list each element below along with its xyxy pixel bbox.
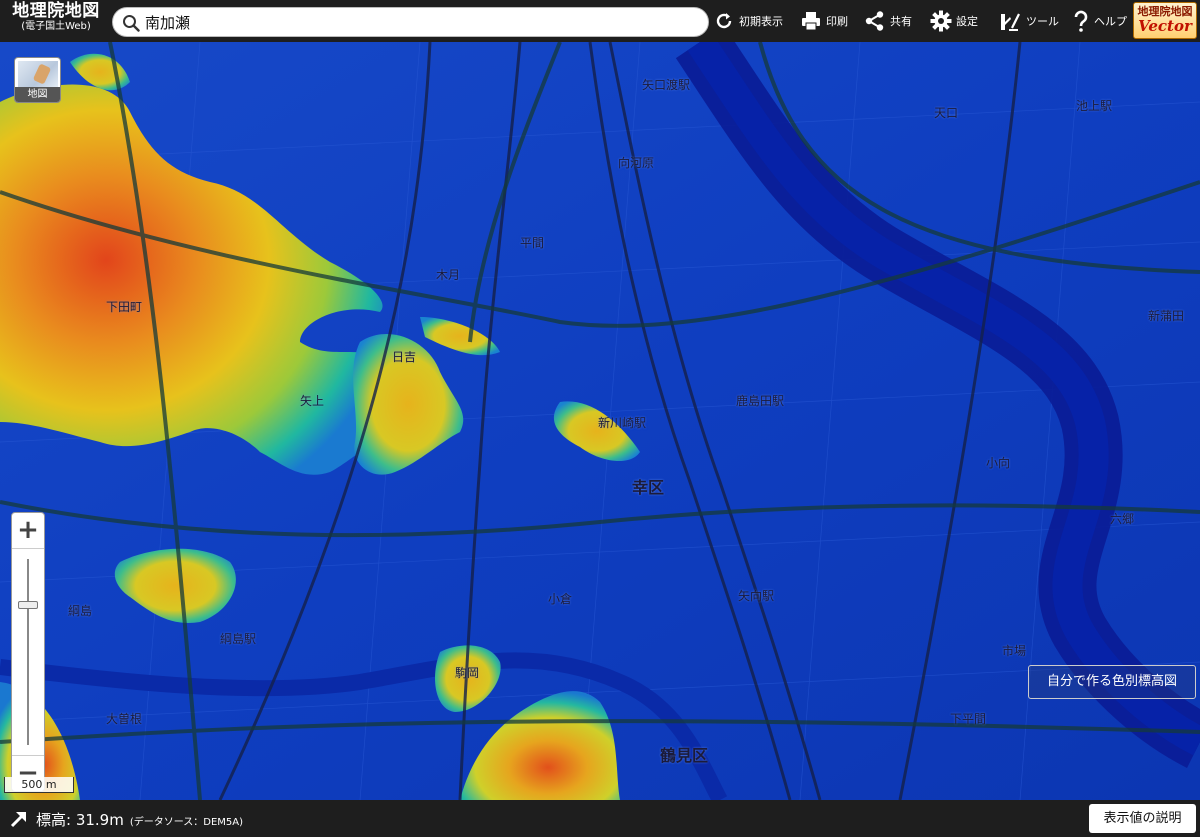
vector-map-link[interactable]: 地理院地図 Vector xyxy=(1133,2,1197,39)
place-label: 下平間 xyxy=(950,712,987,726)
gear-icon xyxy=(930,10,952,32)
place-label: 池上駅 xyxy=(1076,99,1113,113)
place-label: 日吉 xyxy=(392,350,417,364)
expand-arrow-icon[interactable] xyxy=(8,808,30,830)
zoom-slider-handle[interactable] xyxy=(18,600,38,609)
app-window: 地理院地図 (電子国土Web) 初期表示 印刷 xyxy=(0,0,1200,837)
tools-label: ツール xyxy=(1026,15,1059,28)
reset-view-button[interactable]: 初期表示 xyxy=(713,6,783,36)
zoom-slider-track[interactable] xyxy=(27,559,29,745)
help-button[interactable]: ヘルプ xyxy=(1072,6,1127,36)
place-label: 天口 xyxy=(934,106,959,120)
share-label: 共有 xyxy=(890,15,912,28)
place-label: 綱島 xyxy=(68,604,93,618)
search-box[interactable] xyxy=(112,7,709,37)
place-label: 六郷 xyxy=(1110,512,1135,526)
place-label: 新蒲田 xyxy=(1148,309,1185,323)
app-logo[interactable]: 地理院地図 (電子国土Web) xyxy=(4,3,108,32)
place-label: 矢口渡駅 xyxy=(642,78,691,92)
reset-view-label: 初期表示 xyxy=(739,15,783,28)
settings-button[interactable]: 設定 xyxy=(930,6,978,36)
tools-icon xyxy=(1001,13,1020,31)
place-label: 鹿島田駅 xyxy=(736,394,785,408)
header-toolbar: 地理院地図 (電子国土Web) 初期表示 印刷 xyxy=(0,0,1200,42)
data-source: (データソース：DEM5A) xyxy=(129,817,243,828)
elevation-value: 標高: 31.9m xyxy=(36,811,124,829)
search-input[interactable] xyxy=(145,11,695,33)
zoom-control: + − xyxy=(11,512,45,792)
custom-elevation-legend-button[interactable]: 自分で作る色別標高図 xyxy=(1028,665,1196,699)
map-canvas[interactable]: 天口 池上駅 新蒲田 矢口渡駅 下田町 木月 鹿島田駅 新川崎駅 幸区 小向 六… xyxy=(0,42,1200,800)
status-bar: 標高: 31.9m (データソース：DEM5A) 表示値の説明 xyxy=(0,800,1200,837)
place-label: 平間 xyxy=(520,236,545,250)
share-icon xyxy=(865,11,884,31)
place-label: 新川崎駅 xyxy=(598,416,647,430)
search-icon xyxy=(123,15,140,32)
scale-bar: 500 m xyxy=(4,777,74,793)
help-label: ヘルプ xyxy=(1094,15,1127,28)
place-label: 木月 xyxy=(436,268,461,282)
print-label: 印刷 xyxy=(826,15,848,28)
place-label: 矢上 xyxy=(300,394,325,408)
refresh-icon xyxy=(716,13,732,29)
logo-subtitle: (電子国土Web) xyxy=(21,21,91,32)
base-layer-label: 地図 xyxy=(15,87,60,102)
zoom-in-button[interactable]: + xyxy=(12,513,44,549)
place-label: 小倉 xyxy=(548,592,573,606)
place-label: 下田町 xyxy=(106,300,143,314)
place-label: 小向 xyxy=(986,456,1011,470)
share-button[interactable]: 共有 xyxy=(864,6,912,36)
vector-badge-line2: Vector xyxy=(1138,17,1192,35)
vector-badge-line1: 地理院地図 xyxy=(1137,5,1193,18)
tools-button[interactable]: ツール xyxy=(998,6,1059,36)
map-thumbnail xyxy=(18,61,58,88)
place-label: 駒岡 xyxy=(455,666,480,680)
help-icon xyxy=(1074,10,1088,32)
place-label: 幸区 xyxy=(632,478,665,497)
place-label: 鶴見区 xyxy=(660,746,709,765)
elevation-readout: 標高: 31.9m (データソース：DEM5A) xyxy=(36,809,243,830)
print-button[interactable]: 印刷 xyxy=(800,6,848,36)
place-label: 大曽根 xyxy=(106,712,143,726)
explain-values-button[interactable]: 表示値の説明 xyxy=(1089,804,1196,833)
place-label: 矢向駅 xyxy=(738,589,775,603)
logo-title: 地理院地図 xyxy=(12,1,100,21)
place-label: 綱島駅 xyxy=(220,632,257,646)
settings-label: 設定 xyxy=(956,15,978,28)
printer-icon xyxy=(802,12,820,31)
place-label: 市場 xyxy=(1002,644,1027,658)
base-layer-button[interactable]: 地図 xyxy=(14,57,61,103)
place-label: 向河原 xyxy=(618,156,655,170)
